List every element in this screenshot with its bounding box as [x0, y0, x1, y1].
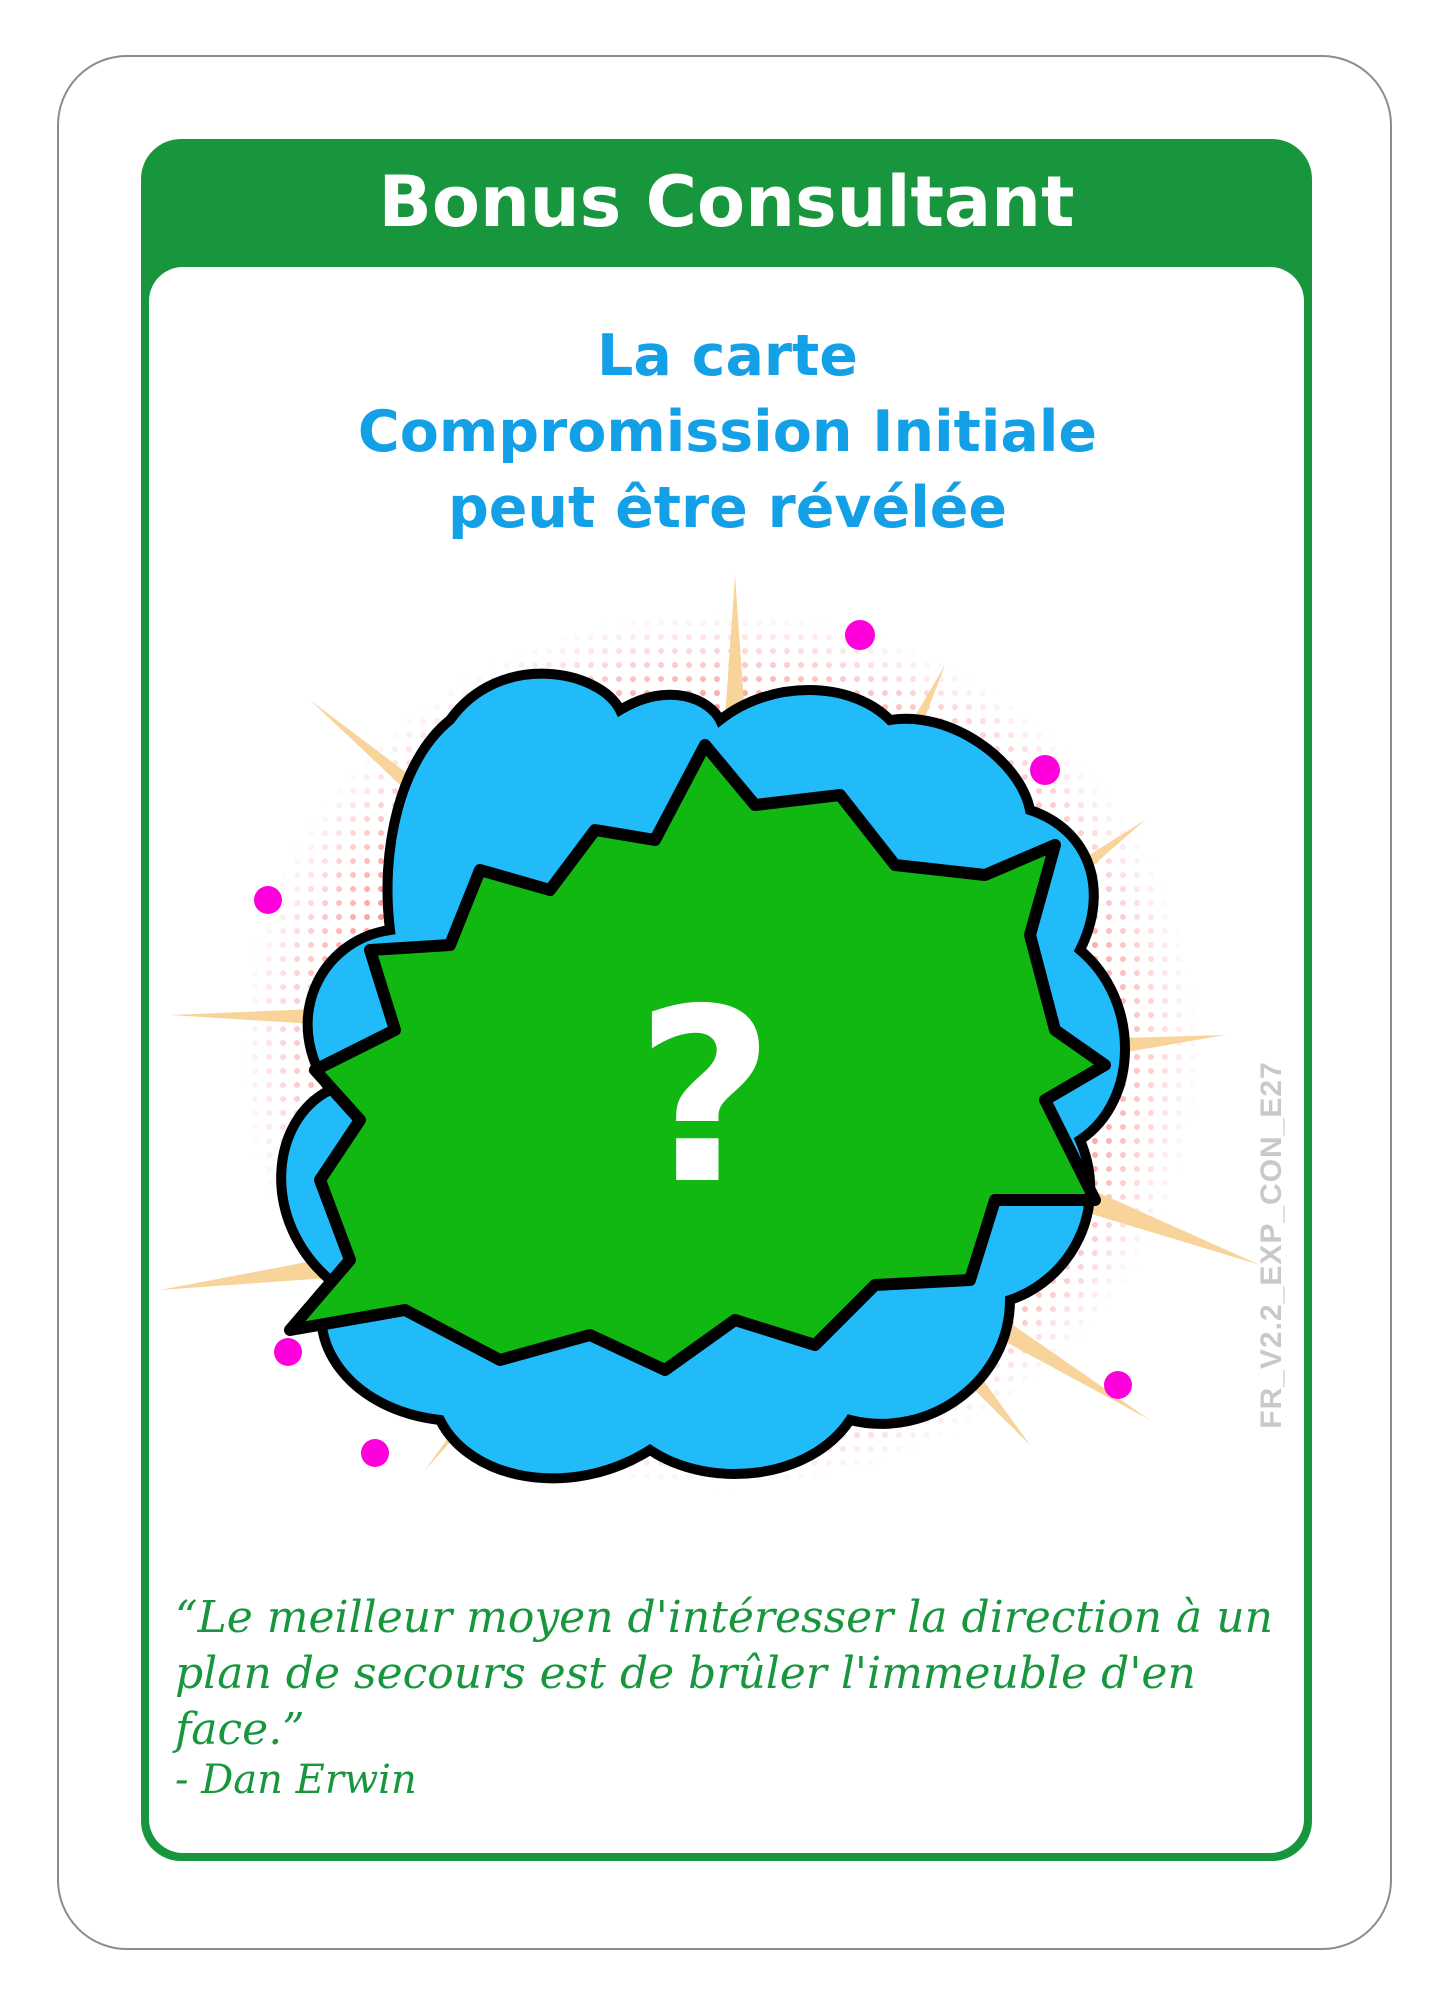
flavor-quote: “Le meilleur moyen d'intéresser la direc…: [175, 1592, 1273, 1755]
card-effect-text: La carte Compromission Initiale peut êtr…: [160, 318, 1295, 546]
question-mark-symbol: ?: [635, 957, 774, 1237]
card-title: Bonus Consultant: [378, 161, 1075, 243]
card-effect-line-2: Compromission Initiale: [357, 399, 1098, 465]
card-code-text: FR_V2.2_EXP_CON_E27: [1255, 1061, 1288, 1429]
card-effect-line-1: La carte: [597, 323, 858, 389]
question-mark-explosion-icon: ?: [160, 575, 1260, 1490]
card-effect-line-3: peut être révélée: [447, 475, 1008, 541]
quote-author: - Dan Erwin: [175, 1757, 417, 1803]
